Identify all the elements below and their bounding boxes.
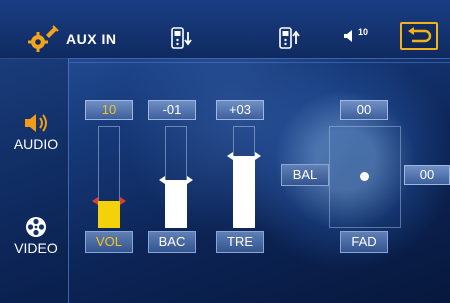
vol-button[interactable]: VOL [85, 231, 133, 253]
phone-down-button[interactable] [170, 26, 194, 50]
phone-up-icon [279, 27, 300, 49]
fad-value: 00 [340, 100, 388, 120]
source-label: AUX IN [66, 31, 117, 47]
phone-down-icon [171, 27, 192, 49]
tre-slider-marker-right [255, 152, 261, 160]
bal-value: 00 [404, 165, 450, 185]
vol-value: 10 [85, 100, 133, 120]
aux-settings-icon [28, 25, 59, 52]
sidebar [0, 58, 68, 303]
vol-slider-fill [98, 201, 120, 228]
back-button[interactable] [400, 22, 438, 50]
back-icon [408, 27, 432, 43]
source-indicator[interactable]: AUX IN [28, 25, 116, 53]
speaker-volume-icon [344, 30, 352, 42]
vol-slider-marker-right [120, 197, 126, 205]
audio-settings-screen: AUX IN 10 AUDIO VIDEO 10 VOL -01 BAC +03… [0, 0, 450, 303]
bac-slider-marker-right [187, 176, 193, 184]
bac-button[interactable]: BAC [148, 231, 196, 253]
speaker-icon [25, 114, 47, 132]
tre-value: +03 [216, 100, 264, 120]
phone-up-button[interactable] [278, 26, 302, 50]
bac-slider-marker-left [159, 176, 165, 184]
sidebar-item-label: AUDIO [13, 136, 59, 152]
tre-button[interactable]: TRE [216, 231, 264, 253]
vol-slider-marker-left [92, 197, 98, 205]
volume-level-value: 10 [358, 27, 369, 37]
bac-value: -01 [148, 100, 196, 120]
volume-indicator[interactable]: 10 [343, 27, 369, 43]
divider-horizontal [68, 62, 450, 63]
tre-slider-fill [233, 156, 255, 228]
bac-slider-fill [165, 180, 187, 228]
sidebar-item-audio[interactable]: AUDIO [8, 112, 64, 152]
sidebar-item-video[interactable]: VIDEO [8, 216, 64, 256]
tre-slider-marker-left [227, 152, 233, 160]
sidebar-item-label: VIDEO [14, 240, 58, 256]
film-reel-icon [26, 217, 46, 237]
balance-fader-position[interactable] [360, 172, 369, 181]
fad-button[interactable]: FAD [340, 231, 388, 253]
divider-vertical [68, 58, 69, 303]
bal-button[interactable]: BAL [281, 164, 329, 186]
